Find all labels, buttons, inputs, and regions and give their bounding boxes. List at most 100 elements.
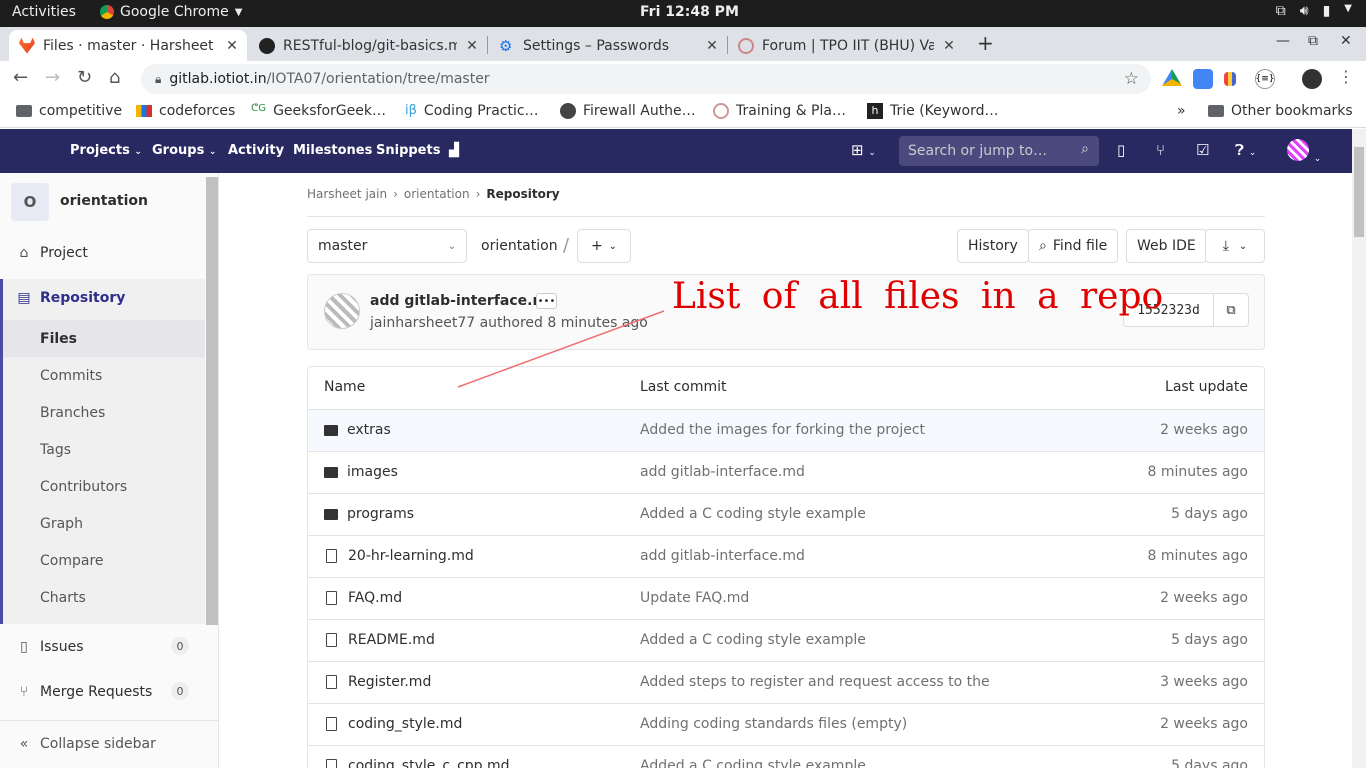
nav-groups[interactable]: Groups ⌄ [152,143,216,158]
close-window-button[interactable]: ✕ [1340,33,1352,49]
tab-settings[interactable]: ⚙ Settings – Passwords ✕ [489,30,727,61]
table-row[interactable]: images add gitlab-interface.md 8 minutes a… [308,452,1264,494]
close-icon[interactable]: ✕ [223,38,241,54]
bookmark-other[interactable]: Other bookmarks [1208,103,1353,119]
sidebar-item-merge-requests[interactable]: ⑂ Merge Requests 0 [0,673,205,710]
todo-icon[interactable]: ☑ [1196,141,1209,159]
commit-author-avatar[interactable] [324,293,360,329]
project-name[interactable]: orientation [60,193,148,209]
file-last-commit[interactable]: Adding coding standards files (empty) [640,716,990,732]
collapse-sidebar-button[interactable]: « Collapse sidebar [0,725,205,762]
project-avatar[interactable]: O [11,183,49,221]
download-dropdown[interactable]: ⤓ ⌄ [1205,229,1265,263]
home-icon[interactable]: ⌂ [109,67,120,88]
bookmark-training[interactable]: Training & Pla… [713,103,846,119]
bookmark-competitive[interactable]: competitive [16,103,122,119]
file-last-commit[interactable]: Update FAQ.md [640,590,990,606]
file-last-commit[interactable]: Added steps to register and request acce… [640,674,990,690]
extension-icon[interactable] [1224,72,1236,86]
merge-request-icon[interactable]: ⑂ [1156,141,1165,159]
sidebar-item-contributors[interactable]: Contributors [0,468,205,505]
sidebar-item-commits[interactable]: Commits [0,357,205,394]
help-icon[interactable]: ❓︎ ⌄ [1235,141,1256,159]
bookmark-geeksforgeeks[interactable]: ᕦG GeeksforGeek… [251,103,386,119]
sidebar-item-project[interactable]: ⌂ Project [0,234,205,271]
bookmark-firewall[interactable]: Firewall Authe… [560,103,696,119]
table-row[interactable]: programs Added a C coding style example 5 … [308,494,1264,536]
system-tray[interactable]: ⧉ 🔊︎ ▮ ▼ [1276,3,1352,19]
back-icon[interactable]: ← [13,67,28,88]
file-name-link[interactable]: Register.md [324,674,431,690]
json-extension-icon[interactable]: {≡} [1255,69,1275,89]
sidebar-item-files[interactable]: Files [3,320,205,357]
sidebar-item-branches[interactable]: Branches [0,394,205,431]
file-name-link[interactable]: README.md [324,632,435,648]
table-row[interactable]: FAQ.md Update FAQ.md 2 weeks ago [308,578,1264,620]
address-bar[interactable]: 🔒︎ gitlab.iotiot.in/IOTA07/orientation/t… [141,64,1151,94]
sidebar-scrollbar[interactable] [206,177,218,625]
file-name-link[interactable]: 20-hr-learning.md [324,548,474,564]
file-name-link[interactable]: FAQ.md [324,590,402,606]
maximize-button[interactable]: ⧉ [1308,33,1318,49]
app-menu[interactable]: Google Chrome ▼ [100,4,242,20]
profile-avatar[interactable] [1302,69,1322,89]
close-icon[interactable]: ✕ [463,38,481,54]
add-file-dropdown[interactable]: + ⌄ [577,229,631,263]
breadcrumb-current[interactable]: Repository [486,187,559,201]
table-row[interactable]: coding_style.md Adding coding standards f… [308,704,1264,746]
tab-gitlab-files[interactable]: Files · master · Harsheet jain ✕ [9,30,247,61]
close-icon[interactable]: ✕ [940,38,958,54]
bookmark-star-icon[interactable]: ☆ [1124,69,1139,89]
table-row[interactable]: README.md Added a C coding style example 5… [308,620,1264,662]
sidebar-item-graph[interactable]: Graph [0,505,205,542]
sidebar-item-issues[interactable]: ▯ Issues 0 [0,628,205,665]
user-avatar[interactable]: ⌄ [1287,139,1321,165]
drive-icon[interactable] [1162,69,1182,86]
menu-kebab-icon[interactable]: ⋮ [1338,67,1354,86]
history-button[interactable]: History [957,229,1029,263]
breadcrumb-user[interactable]: Harsheet jain [307,187,387,201]
find-file-button[interactable]: ⌕ Find file [1028,229,1119,263]
repo-path-root[interactable]: orientation [481,238,558,254]
file-last-commit[interactable]: Added the images for forking the project [640,422,990,438]
tab-github[interactable]: RESTful-blog/git-basics.md ✕ [249,30,487,61]
file-last-commit[interactable]: add gitlab-interface.md [640,464,990,480]
file-last-commit[interactable]: Added a C coding style example [640,506,990,522]
table-row[interactable]: coding_style_c_cpp.md Added a C coding st… [308,746,1264,768]
sidebar-item-repository[interactable]: ▤ Repository [0,279,205,316]
branch-dropdown[interactable]: master ⌄ [307,229,467,263]
page-scrollbar[interactable] [1352,129,1366,768]
breadcrumb-project[interactable]: orientation [404,187,470,201]
file-name-link[interactable]: coding_style.md [324,716,462,732]
copy-icon[interactable]: ⧉ [1213,293,1249,327]
issues-icon[interactable]: ▯ [1117,141,1125,159]
table-row[interactable]: Register.md Added steps to register and r… [308,662,1264,704]
table-row[interactable]: extras Added the images for forking the p… [308,410,1264,452]
tab-forum[interactable]: Forum | TPO IIT (BHU) Varanasi ✕ [728,30,964,61]
bookmark-coding-practice[interactable]: iβ Coding Practic… [405,103,539,119]
plus-square-icon[interactable]: ⊞ ⌄ [851,141,876,159]
file-last-commit[interactable]: add gitlab-interface.md [640,548,990,564]
translate-icon[interactable] [1193,69,1213,89]
commit-message[interactable]: add gitlab-interface.md [370,293,557,309]
nav-projects[interactable]: Projects ⌄ [70,143,142,158]
ellipsis-icon[interactable]: ••• [536,293,557,309]
table-row[interactable]: 20-hr-learning.md add gitlab-interface.md… [308,536,1264,578]
web-ide-button[interactable]: Web IDE [1126,229,1207,263]
bookmarks-overflow[interactable]: » [1177,103,1186,119]
activities-button[interactable]: Activities [12,4,76,20]
scrollbar-thumb[interactable] [1354,147,1364,237]
sidebar-item-compare[interactable]: Compare [0,542,205,579]
file-name-link[interactable]: coding_style_c_cpp.md [324,758,510,768]
bookmark-trie[interactable]: h Trie (Keyword… [867,103,998,119]
sidebar-item-tags[interactable]: Tags [0,431,205,468]
forward-icon[interactable]: → [45,67,60,88]
search-input[interactable]: Search or jump to… ⌕ [899,136,1099,166]
chart-icon[interactable]: ▟ [449,143,459,158]
bookmark-codeforces[interactable]: codeforces [136,103,235,119]
sidebar-item-charts[interactable]: Charts [0,579,205,616]
file-name-link[interactable]: images [324,464,398,480]
file-name-link[interactable]: programs [324,506,414,522]
close-icon[interactable]: ✕ [703,38,721,54]
clock[interactable]: Fri 12:48 PM [640,4,739,20]
